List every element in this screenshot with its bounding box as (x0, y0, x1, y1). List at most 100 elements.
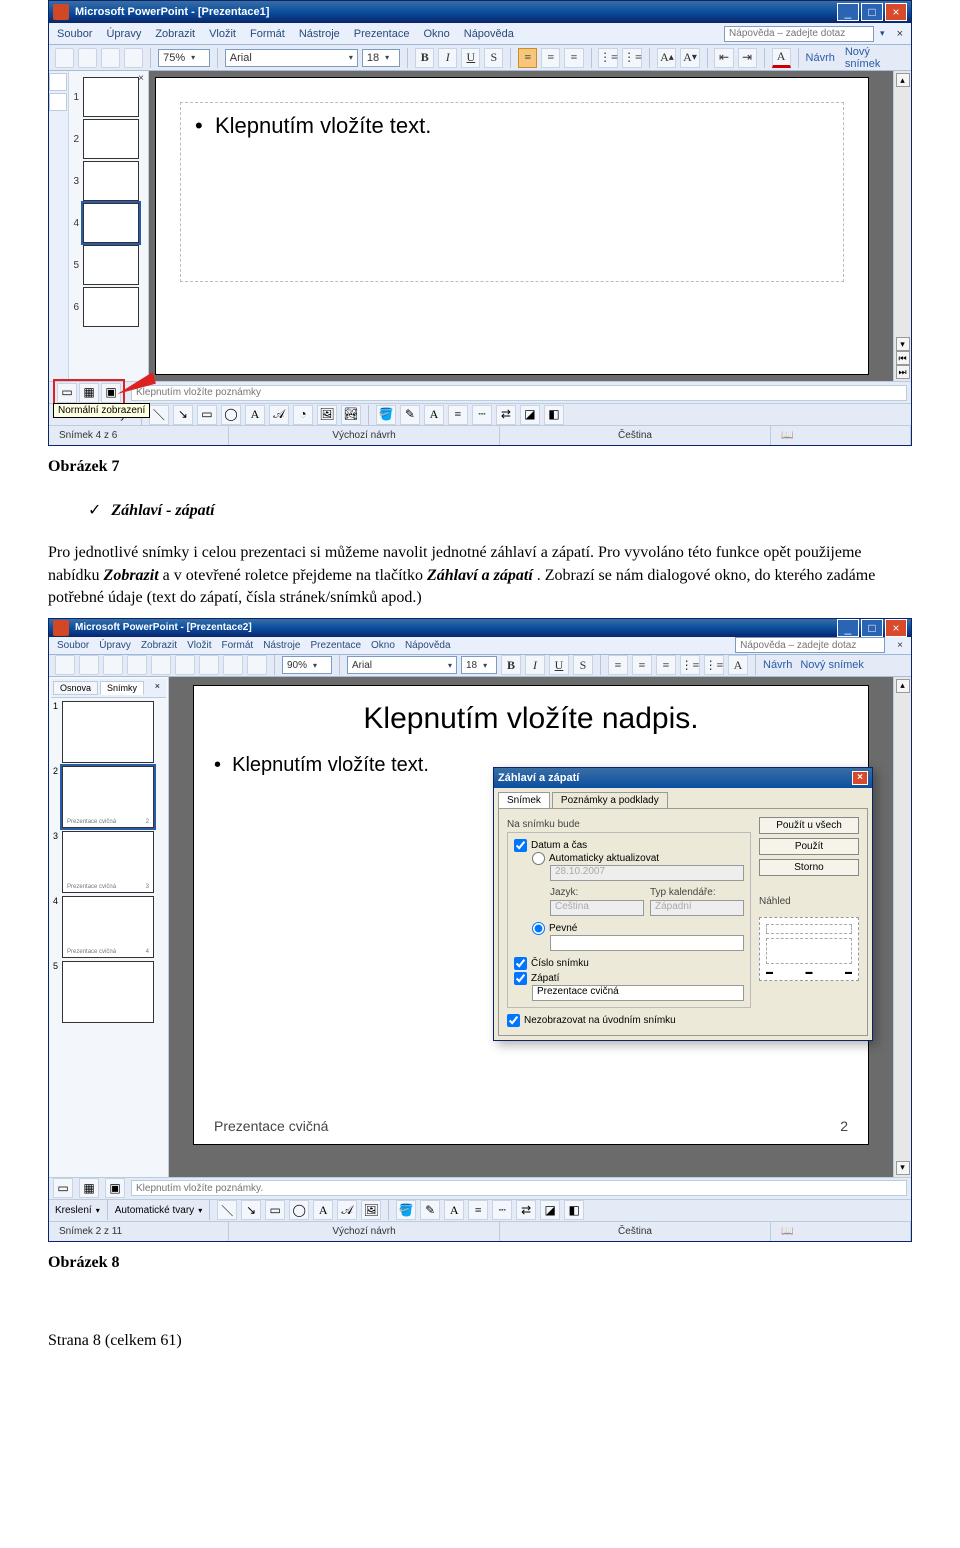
bullets-button[interactable]: ⋮≡ (704, 655, 724, 675)
shadow-button[interactable]: S (484, 48, 503, 68)
tab-outline[interactable]: Osnova (53, 681, 98, 695)
indent-button[interactable]: ⇥ (738, 48, 757, 68)
menu-prezentace[interactable]: Prezentace (310, 640, 361, 651)
title-placeholder[interactable]: Klepnutím vložíte nadpis. (214, 702, 848, 736)
align-left-button[interactable]: ≡ (518, 48, 537, 68)
zoom-combo[interactable]: 90%▾ (282, 656, 332, 674)
notes-input[interactable] (131, 1180, 907, 1196)
print-icon[interactable] (124, 48, 143, 68)
mdi-close-icon[interactable]: × (897, 640, 903, 651)
line-color-icon[interactable]: ✎ (420, 1200, 440, 1220)
menu-format[interactable]: Formát (250, 28, 285, 40)
slidesorter-view-icon[interactable]: ▦ (79, 1178, 99, 1198)
thumbnail-5[interactable] (83, 245, 139, 285)
close-button[interactable]: × (885, 619, 907, 637)
font-color-button[interactable]: A (728, 655, 748, 675)
line-style-icon[interactable]: ≡ (468, 1200, 488, 1220)
copy-icon[interactable] (175, 655, 195, 675)
vertical-scrollbar[interactable]: ▴ ▾ (893, 677, 911, 1177)
tab-slide[interactable]: Snímek (498, 792, 550, 808)
thumbnail-6[interactable] (83, 287, 139, 327)
numbering-button[interactable]: ⋮≡ (680, 655, 700, 675)
textbox-tool-icon[interactable]: A (245, 405, 265, 425)
slideshow-view-icon[interactable]: ▣ (105, 1178, 125, 1198)
new-icon[interactable] (55, 655, 75, 675)
panel-close-icon[interactable]: × (138, 73, 144, 84)
paste-icon[interactable] (199, 655, 219, 675)
align-center-button[interactable]: ≡ (541, 48, 560, 68)
scroll-up-icon[interactable]: ▴ (896, 73, 910, 87)
diagram-tool-icon[interactable]: ◔ (293, 405, 313, 425)
clipart-tool-icon[interactable]: 🖼 (361, 1200, 381, 1220)
thumbnail-5[interactable] (62, 961, 154, 1023)
underline-button[interactable]: U (461, 48, 480, 68)
fontsize-combo[interactable]: 18▾ (362, 49, 400, 67)
italic-button[interactable]: I (525, 655, 545, 675)
bold-button[interactable]: B (415, 48, 434, 68)
fixed-date-input[interactable] (550, 935, 744, 951)
wordart-tool-icon[interactable]: 𝒜 (269, 405, 289, 425)
font-color-icon[interactable]: A (444, 1200, 464, 1220)
dash-style-icon[interactable]: ┄ (472, 405, 492, 425)
checkbox-number[interactable]: Číslo snímku (514, 957, 744, 970)
apply-button[interactable]: Použít (759, 838, 859, 855)
thumbnail-2[interactable] (83, 119, 139, 159)
slidesorter-view-icon[interactable]: ▦ (79, 383, 99, 403)
maximize-button[interactable]: □ (861, 619, 883, 637)
mdi-close-icon[interactable]: × (897, 28, 903, 40)
footer-text-input[interactable]: Prezentace cvičná (532, 985, 744, 1001)
numbering-button[interactable]: ⋮≡ (598, 48, 618, 68)
maximize-button[interactable]: □ (861, 3, 883, 21)
normal-view-icon[interactable]: ▭ (57, 383, 77, 403)
autoshapes-menu[interactable]: Automatické tvary (115, 1205, 194, 1216)
body-placeholder[interactable]: • Klepnutím vložíte text. (180, 102, 844, 282)
thumbnail-1[interactable] (62, 701, 154, 763)
decrease-font-button[interactable]: A▾ (680, 48, 699, 68)
undo-icon[interactable] (223, 655, 243, 675)
wordart-tool-icon[interactable]: 𝒜 (337, 1200, 357, 1220)
italic-button[interactable]: I (438, 48, 457, 68)
menu-vlozit[interactable]: Vložit (209, 28, 236, 40)
menu-format[interactable]: Formát (222, 640, 254, 651)
font-combo[interactable]: Arial▾ (225, 49, 358, 67)
slide-canvas[interactable]: • Klepnutím vložíte text. (155, 77, 869, 375)
radio-fixed[interactable]: Pevné (532, 922, 744, 935)
menu-upravy[interactable]: Úpravy (99, 640, 131, 651)
align-left-button[interactable]: ≡ (608, 655, 628, 675)
fontsize-combo[interactable]: 18▾ (461, 656, 497, 674)
menu-soubor[interactable]: Soubor (57, 640, 89, 651)
checkbox-skip-first[interactable]: Nezobrazovat na úvodním snímku (507, 1014, 751, 1027)
checkbox-footer[interactable]: Zápatí (514, 972, 744, 985)
print-icon[interactable] (127, 655, 147, 675)
design-button[interactable]: Návrh (806, 52, 835, 64)
menu-soubor[interactable]: Soubor (57, 28, 92, 40)
shadow-style-icon[interactable]: ◪ (540, 1200, 560, 1220)
new-slide-button[interactable]: Nový snímek (845, 46, 905, 70)
zoom-combo[interactable]: 75%▾ (158, 49, 210, 67)
save-icon[interactable] (103, 655, 123, 675)
menu-prezentace[interactable]: Prezentace (354, 28, 410, 40)
help-search-input[interactable] (735, 637, 885, 653)
menu-zobrazit[interactable]: Zobrazit (155, 28, 195, 40)
arrow-tool-icon[interactable]: ↘ (241, 1200, 261, 1220)
dialog-close-button[interactable]: × (852, 771, 868, 785)
align-right-button[interactable]: ≡ (656, 655, 676, 675)
dash-style-icon[interactable]: ┄ (492, 1200, 512, 1220)
thumbnail-4[interactable]: Prezentace cvičná4 (62, 896, 154, 958)
fill-color-icon[interactable]: 🪣 (396, 1200, 416, 1220)
fill-color-icon[interactable]: 🪣 (376, 405, 396, 425)
menu-okno[interactable]: Okno (371, 640, 395, 651)
menu-nastroje[interactable]: Nástroje (299, 28, 340, 40)
thumbnail-2[interactable]: Prezentace cvičná2 (62, 766, 154, 828)
font-color-icon[interactable]: A (424, 405, 444, 425)
clipart-tool-icon[interactable]: 🖼 (317, 405, 337, 425)
help-dropdown-icon[interactable]: ▾ (880, 28, 885, 39)
underline-button[interactable]: U (549, 655, 569, 675)
outline-tab-icon[interactable] (49, 73, 67, 91)
line-tool-icon[interactable]: ＼ (217, 1200, 237, 1220)
shadow-style-icon[interactable]: ◪ (520, 405, 540, 425)
arrow-style-icon[interactable]: ⇄ (496, 405, 516, 425)
cut-icon[interactable] (151, 655, 171, 675)
minimize-button[interactable]: _ (837, 3, 859, 21)
bold-button[interactable]: B (501, 655, 521, 675)
